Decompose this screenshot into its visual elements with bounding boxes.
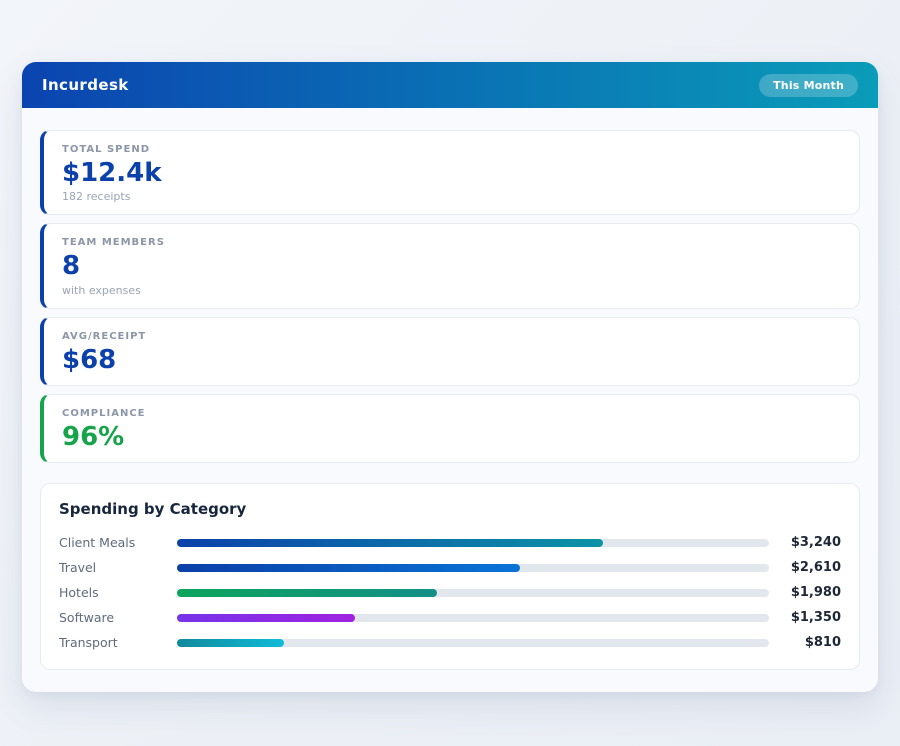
panel-title: Spending by Category — [59, 500, 247, 519]
stat-value: 8 — [62, 251, 81, 282]
app-title: Incurdesk — [42, 76, 129, 94]
category-label: Hotels — [59, 585, 99, 601]
stat-card: TOTAL SPEND $12.4k 182 receipts — [40, 130, 860, 216]
category-label: Transport — [59, 635, 118, 651]
category-label: Travel — [59, 560, 97, 576]
category-value: $1,980 — [790, 585, 841, 601]
stat-value: $68 — [62, 344, 117, 375]
stat-label: COMPLIANCE — [62, 407, 146, 419]
period-badge[interactable]: This Month — [759, 73, 858, 97]
stat-card: AVG/RECEIPT $68 — [40, 316, 860, 386]
category-rows: Client Meals $3,240 Travel $2,610 Hotels… — [59, 530, 841, 655]
stat-card: COMPLIANCE 96% — [40, 393, 860, 464]
stat-value: 96% — [62, 421, 125, 452]
stat-card: TEAM MEMBERS 8 with expenses — [40, 223, 860, 309]
stats-section: TOTAL SPEND $12.4k 182 receipts TEAM MEM… — [22, 108, 878, 464]
category-label: Software — [59, 610, 115, 626]
stat-subtext: 182 receipts — [62, 190, 131, 204]
category-value: $3,240 — [790, 535, 841, 551]
category-bar-fill — [177, 638, 284, 647]
app-header: Incurdesk This Month — [22, 62, 878, 108]
category-row: Software $1,350 — [59, 605, 841, 630]
category-value: $810 — [804, 635, 841, 651]
category-bar-fill — [177, 563, 521, 572]
stat-label: TOTAL SPEND — [62, 144, 150, 155]
category-bar-fill — [177, 588, 438, 597]
category-row: Client Meals $3,240 — [59, 530, 841, 555]
category-label: Client Meals — [59, 535, 136, 551]
category-value: $1,350 — [790, 610, 841, 626]
category-bar-track — [177, 613, 769, 622]
stat-label: TEAM MEMBERS — [62, 237, 165, 249]
stat-value: $12.4k — [62, 158, 162, 188]
stat-label: AVG/RECEIPT — [62, 330, 147, 342]
category-value: $2,610 — [790, 560, 841, 576]
category-bar-fill — [177, 613, 355, 622]
category-bar-fill — [177, 538, 604, 547]
category-bar-track — [177, 588, 769, 597]
category-bar-track — [177, 538, 769, 547]
spending-panel: Spending by Category Client Meals $3,240… — [40, 483, 860, 671]
category-row: Travel $2,610 — [59, 555, 841, 580]
category-bar-track — [177, 638, 769, 647]
category-row: Hotels $1,980 — [59, 580, 841, 605]
category-bar-track — [177, 563, 769, 572]
category-row: Transport $810 — [59, 630, 841, 655]
app-window: Incurdesk This Month TOTAL SPEND $12.4k … — [22, 62, 878, 693]
stat-subtext: with expenses — [62, 283, 141, 297]
